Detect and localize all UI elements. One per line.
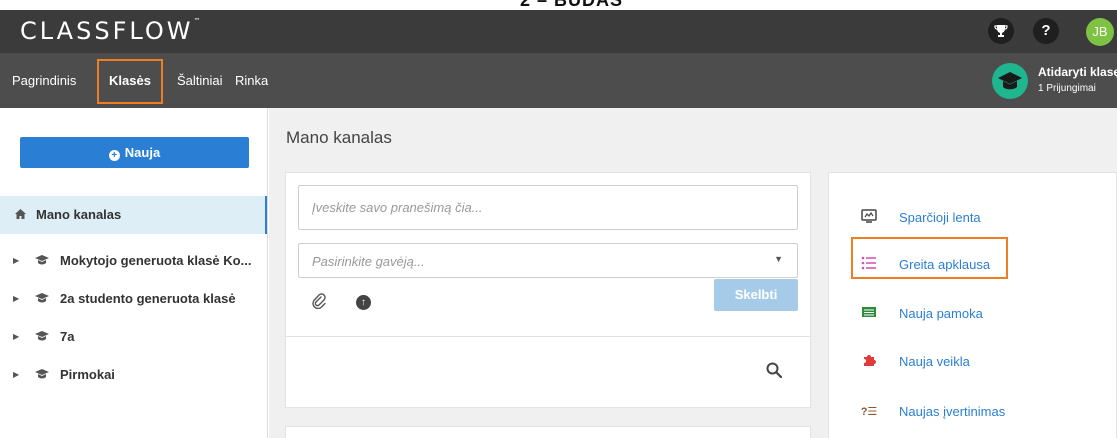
feed-card xyxy=(285,426,811,438)
post-composer-card: Pasirinkite gavėją... ▼ ↑ Skelbti xyxy=(285,172,811,408)
expand-arrow-icon[interactable]: ▶ xyxy=(13,242,19,280)
graduation-cap-icon xyxy=(35,318,49,356)
logo-text: CLASSFLOW xyxy=(20,17,194,45)
page-title: Mano kanalas xyxy=(286,128,392,147)
graduation-cap-icon xyxy=(35,356,49,394)
tool-label: Nauja veikla xyxy=(899,354,970,369)
recipient-select[interactable]: Pasirinkite gavėją... ▼ xyxy=(298,243,798,278)
sidebar: + Nauja Mano kanalas ▶ Mokytojo generuota… xyxy=(0,108,268,438)
new-class-button[interactable]: + Nauja xyxy=(20,137,249,168)
upload-icon[interactable]: ↑ xyxy=(356,295,371,310)
whiteboard-icon xyxy=(859,209,879,227)
graduation-cap-icon xyxy=(35,280,49,318)
assessment-icon: ?☰ xyxy=(860,406,878,418)
tool-label: Sparčioji lenta xyxy=(899,210,981,225)
nav-item-pagrindinis[interactable]: Pagrindinis xyxy=(12,53,76,108)
sidebar-item-mokytojo[interactable]: ▶ Mokytojo generuota klasė Ko... xyxy=(0,242,267,280)
chevron-down-icon: ▼ xyxy=(774,254,783,264)
paperclip-icon[interactable] xyxy=(312,293,326,314)
tool-label: Naujas įvertinimas xyxy=(899,404,1006,419)
card-divider xyxy=(286,336,810,337)
tool-sparcioji-lenta[interactable]: Sparčioji lenta xyxy=(829,203,1109,233)
sidebar-item-label: 2a studento generuota klasė xyxy=(60,291,236,306)
sidebar-item-2a[interactable]: ▶ 2a studento generuota klasė xyxy=(0,280,267,318)
expand-arrow-icon[interactable]: ▶ xyxy=(13,356,19,394)
graduation-cap-icon xyxy=(35,242,49,280)
message-input[interactable] xyxy=(298,185,798,230)
sidebar-item-pirmokai[interactable]: ▶ Pirmokai xyxy=(0,356,267,394)
nav-item-saltiniai[interactable]: Šaltiniai xyxy=(177,53,223,108)
tool-nauja-veikla[interactable]: Nauja veikla xyxy=(829,347,1109,377)
expand-arrow-icon[interactable]: ▶ xyxy=(13,280,19,318)
top-bar: CLASSFLOW™ ? JB xyxy=(0,10,1117,53)
sidebar-item-label: Mano kanalas xyxy=(36,207,122,222)
logo-trademark: ™ xyxy=(193,17,201,25)
page-heading-text: 2 – BŪDAS xyxy=(520,0,624,10)
open-class-subtitle: 1 Prijungimai xyxy=(1038,83,1096,94)
puzzle-icon xyxy=(859,353,879,371)
nav-highlight-box xyxy=(97,59,163,104)
classflow-logo[interactable]: CLASSFLOW™ xyxy=(20,17,201,45)
main-nav: Pagrindinis Klasės Šaltiniai Rinka Atida… xyxy=(0,53,1117,108)
tool-highlight-box xyxy=(851,237,1008,279)
open-class-title: Atidaryti klasę xyxy=(1038,65,1117,79)
sidebar-item-label: Pirmokai xyxy=(60,367,115,382)
classflow-page: 2 – BŪDAS CLASSFLOW™ ? JB Pagrindinis Kl… xyxy=(0,0,1117,438)
plus-circle-icon: + xyxy=(108,150,120,161)
new-class-label: Nauja xyxy=(124,145,161,160)
post-button[interactable]: Skelbti xyxy=(714,279,798,311)
tool-nauja-pamoka[interactable]: Nauja pamoka xyxy=(829,299,1109,329)
main-content: Mano kanalas Pasirinkite gavėją... ▼ ↑ S… xyxy=(269,108,1117,438)
page-heading: 2 – BŪDAS xyxy=(0,0,1117,10)
recipient-placeholder: Pasirinkite gavėją... xyxy=(312,254,425,269)
sidebar-item-mano-kanalas[interactable]: Mano kanalas xyxy=(0,196,267,234)
expand-arrow-icon[interactable]: ▶ xyxy=(13,318,19,356)
tool-label: Nauja pamoka xyxy=(899,306,983,321)
tool-naujas-ivertinimas[interactable]: ?☰ Naujas įvertinimas xyxy=(829,397,1109,427)
nav-item-rinka[interactable]: Rinka xyxy=(235,53,268,108)
help-button[interactable]: ? xyxy=(1033,18,1059,44)
tools-card: Sparčioji lenta Greita apklausa Nauja pa… xyxy=(828,172,1117,438)
sidebar-item-7a[interactable]: ▶ 7a xyxy=(0,318,267,356)
sidebar-item-label: Mokytojo generuota klasė Ko... xyxy=(60,253,252,268)
class-cap-icon xyxy=(992,63,1028,99)
open-class-button[interactable]: Atidaryti klasę 1 Prijungimai xyxy=(992,61,1117,101)
trophy-button[interactable] xyxy=(988,18,1014,44)
trophy-icon xyxy=(994,25,1008,37)
home-icon xyxy=(15,196,26,234)
sidebar-item-label: 7a xyxy=(60,329,75,344)
search-icon[interactable] xyxy=(766,362,782,378)
lesson-icon xyxy=(859,305,879,323)
user-avatar[interactable]: JB xyxy=(1086,18,1114,46)
